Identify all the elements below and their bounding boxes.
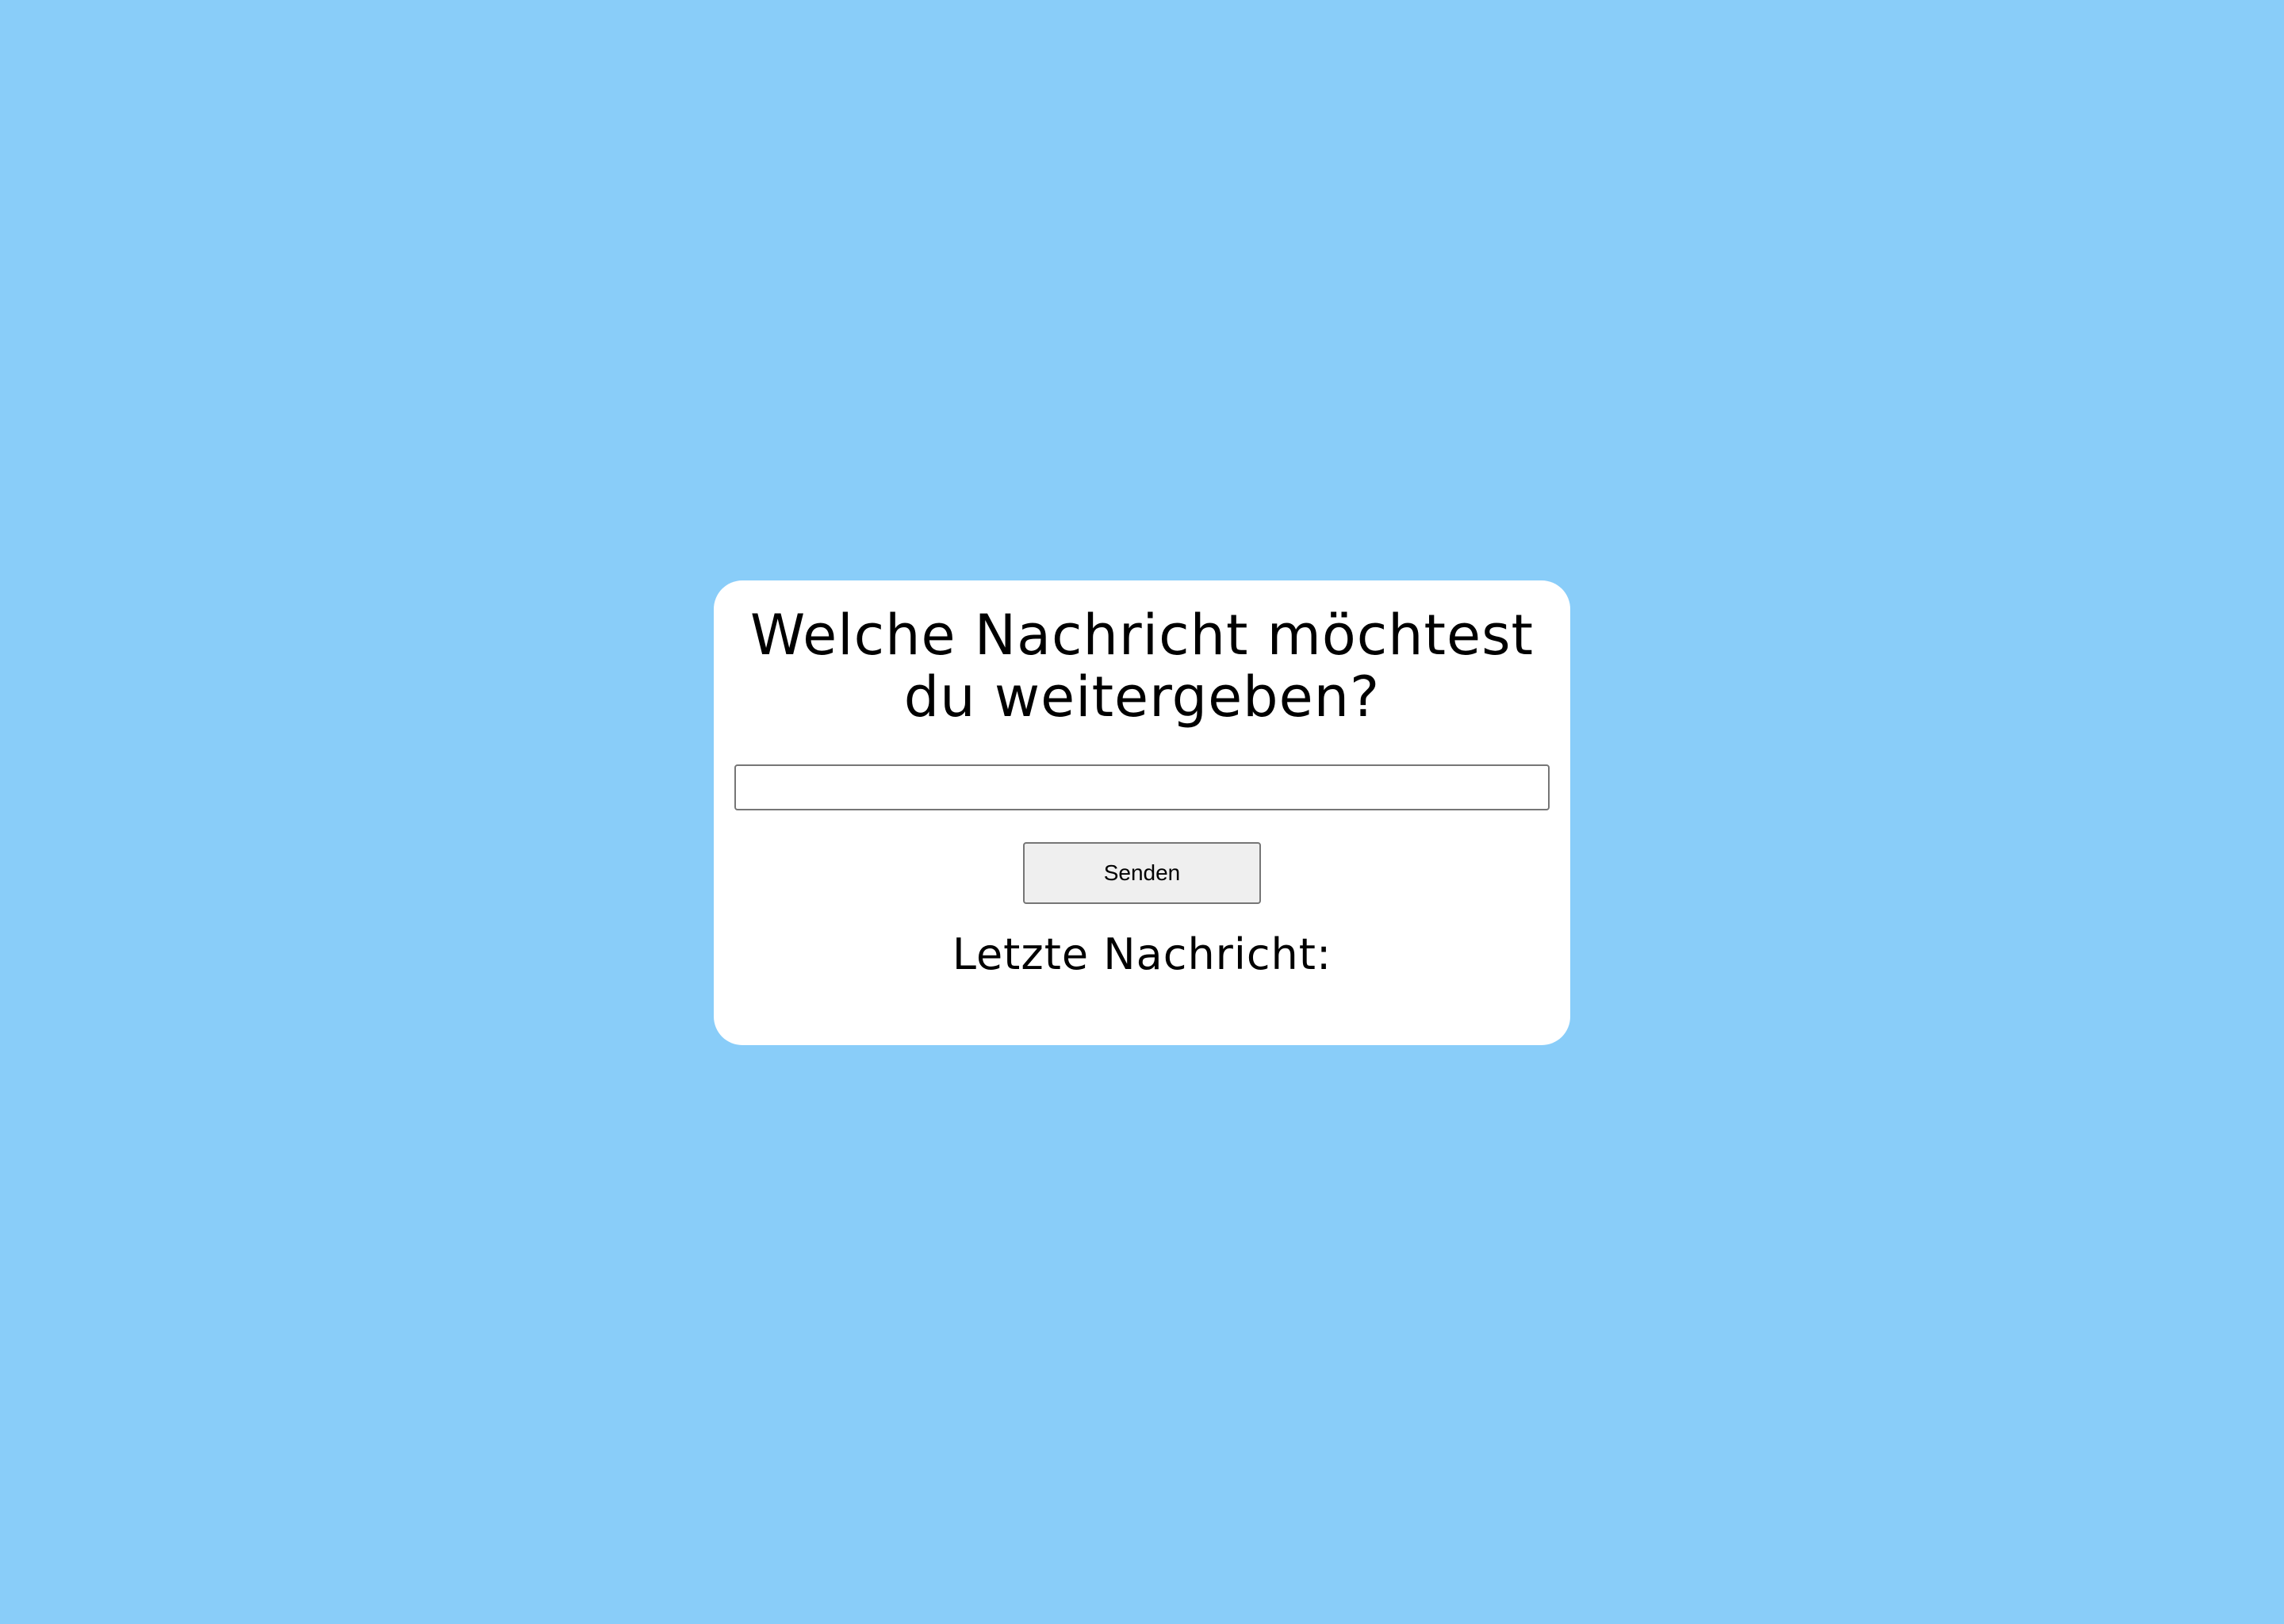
- send-button[interactable]: Senden: [1023, 842, 1261, 904]
- message-input[interactable]: [734, 764, 1550, 810]
- card-title-line-1: Welche Nachricht möchtest: [750, 603, 1534, 668]
- card-title-line-2: du weitergeben?: [903, 665, 1381, 730]
- card-title: Welche Nachricht möchtest du weitergeben…: [714, 604, 1570, 728]
- last-message-label: Letzte Nachricht:: [952, 929, 1332, 979]
- message-card: Welche Nachricht möchtest du weitergeben…: [714, 580, 1570, 1045]
